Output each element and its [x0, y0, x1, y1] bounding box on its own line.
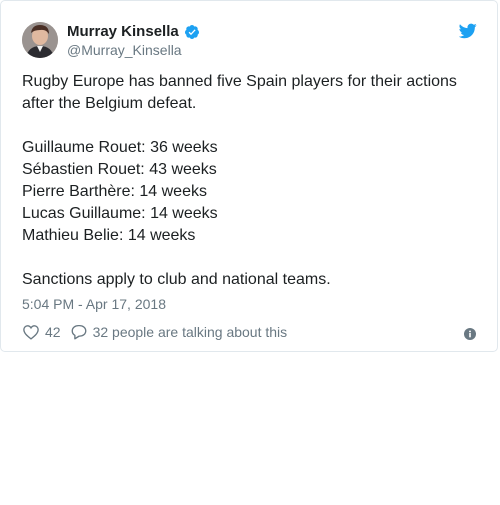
tweet-actions: 42 32 people are talking about this — [22, 323, 287, 341]
tweet-paragraph-bans: Guillaume Rouet: 36 weeks Sébastien Roue… — [22, 137, 478, 247]
talking-about-text[interactable]: 32 people are talking about this — [93, 323, 288, 341]
verified-badge-icon — [184, 24, 200, 40]
speech-bubble-icon[interactable] — [70, 323, 88, 341]
avatar[interactable] — [22, 22, 58, 58]
author-name-row[interactable]: Murray Kinsella — [67, 23, 200, 41]
avatar-image — [22, 22, 58, 58]
tweet-line: Sébastien Rouet: 43 weeks — [22, 161, 217, 178]
tweet-line: Mathieu Belie: 14 weeks — [22, 227, 196, 244]
tweet-timestamp[interactable]: 5:04 PM - Apr 17, 2018 — [22, 296, 166, 312]
author-handle[interactable]: @Murray_Kinsella — [67, 42, 182, 58]
tweet-card[interactable]: Murray Kinsella @Murray_Kinsella Rugby E… — [0, 0, 498, 352]
tweet-line: Sanctions apply to club and national tea… — [22, 271, 331, 288]
twitter-bird-icon[interactable] — [458, 23, 477, 39]
tweet-line: Lucas Guillaume: 14 weeks — [22, 205, 218, 222]
info-icon[interactable] — [464, 327, 476, 340]
tweet-line: Rugby Europe has banned five Spain playe… — [22, 73, 457, 112]
like-count[interactable]: 42 — [45, 323, 61, 341]
tweet-text: Rugby Europe has banned five Spain playe… — [22, 71, 478, 291]
tweet-paragraph-intro: Rugby Europe has banned five Spain playe… — [22, 71, 478, 115]
tweet-line: Pierre Barthère: 14 weeks — [22, 183, 207, 200]
heart-icon[interactable] — [22, 323, 40, 341]
author-name[interactable]: Murray Kinsella — [67, 23, 179, 41]
talking-link[interactable]: 32 people are talking about this — [70, 323, 288, 341]
tweet-paragraph-sanctions: Sanctions apply to club and national tea… — [22, 269, 478, 291]
tweet-line: Guillaume Rouet: 36 weeks — [22, 139, 218, 156]
